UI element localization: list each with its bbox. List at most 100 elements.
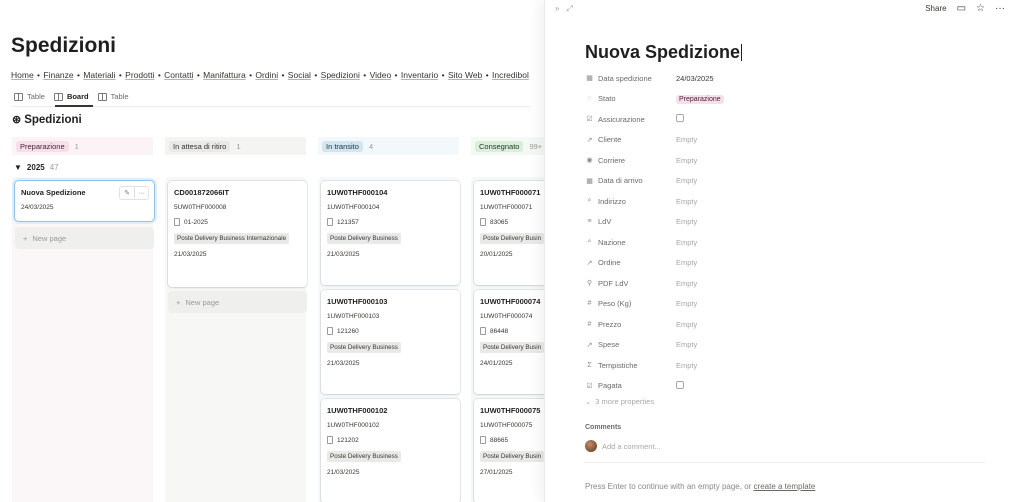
nav-link[interactable]: Ordini [255, 70, 278, 80]
card-order-value: 121202 [337, 436, 359, 444]
comment-placeholder: Add a comment... [602, 441, 661, 451]
nav-link[interactable]: Social [288, 70, 311, 80]
shipment-card[interactable]: 1UW0THF000104 1UW0THF000104 121357 Poste De… [321, 181, 460, 285]
share-button[interactable]: Share [925, 4, 946, 13]
property-value[interactable]: Empty [676, 197, 697, 206]
property-row[interactable]: ▦ Data di arrivo Empty [585, 171, 985, 192]
nav-link[interactable]: Sito Web [448, 70, 482, 80]
comment-icon[interactable]: ▭ [957, 3, 966, 14]
database-title[interactable]: ⊛ Spedizioni [12, 113, 82, 127]
tab-board[interactable]: Board [53, 90, 89, 103]
card-date: 21/03/2025 [327, 469, 360, 476]
property-label: Tempistiche [598, 360, 638, 370]
property-row[interactable]: ◌ Stato Preparazione [585, 89, 985, 110]
property-row[interactable]: ↗ Ordine Empty [585, 253, 985, 274]
star-icon[interactable]: ☆ [976, 3, 985, 14]
card-nuova-spedizione[interactable]: Nuova Spedizione 24/03/2025 ✎ ··· [15, 181, 154, 221]
property-row[interactable]: # Peso (Kg) Empty [585, 294, 985, 315]
property-row[interactable]: ◉ Corriere Empty [585, 150, 985, 171]
carrier-pill: Poste Delivery Busin [480, 233, 545, 244]
more-icon[interactable]: ··· [134, 187, 148, 199]
checkbox[interactable] [676, 114, 684, 123]
carrier-pill: Poste Delivery Business Internazionale [174, 233, 290, 244]
property-row[interactable]: # Prezzo Empty [585, 314, 985, 335]
property-value[interactable]: Empty [676, 238, 697, 247]
year-group-toggle[interactable]: ▼ 2025 47 [14, 163, 59, 172]
property-label: Pagata [598, 381, 622, 391]
property-row[interactable]: ☑ Pagata [585, 376, 985, 397]
shipment-card[interactable]: 1UW0THF000075 1UW0THF000075 88665 Poste Del… [474, 399, 545, 502]
property-value[interactable]: 24/03/2025 [676, 74, 714, 83]
group-header-consegnato[interactable]: Consegnato 99+ [471, 137, 545, 155]
card-cd001872066it[interactable]: CD001872066IT 5UW0THF000008 01-2025 Post… [168, 181, 307, 287]
document-icon [327, 218, 333, 226]
property-value[interactable]: Empty [676, 299, 697, 308]
more-properties-label: 3 more properties [595, 397, 655, 406]
shipment-card[interactable]: 1UW0THF000103 1UW0THF000103 121260 Poste De… [321, 290, 460, 394]
expand-icon[interactable]: ⤢ [566, 4, 572, 14]
nav-link[interactable]: Contatti [164, 70, 193, 80]
nav-link[interactable]: Spedizioni [321, 70, 360, 80]
status-badge[interactable]: Preparazione [676, 95, 724, 105]
property-value[interactable]: Empty [676, 135, 697, 144]
property-value[interactable]: Empty [676, 156, 697, 165]
property-row[interactable]: ⚲ PDF LdV Empty [585, 273, 985, 294]
card-title: 1UW0THF000102 [327, 406, 388, 415]
nav-link[interactable]: Home [11, 70, 34, 80]
card-date: 27/01/2025 [480, 469, 513, 476]
calendar-icon: ▦ [586, 75, 593, 83]
property-row[interactable]: ⌕ Nazione Empty [585, 232, 985, 253]
property-value[interactable]: Empty [676, 340, 697, 349]
property-value[interactable]: Empty [676, 320, 697, 329]
card-code: 5UW0THF000008 [174, 204, 227, 211]
property-row[interactable]: ▦ Data spedizione 24/03/2025 [585, 68, 985, 89]
group-header-preparazione[interactable]: Preparazione 1 [12, 137, 153, 155]
new-page-button[interactable]: + New page [15, 227, 154, 249]
tab-table-1[interactable]: Table [14, 90, 45, 103]
shipment-card[interactable]: 1UW0THF000074 1UW0THF000074 86448 Poste Del… [474, 290, 545, 394]
status-icon: ◌ [587, 95, 592, 103]
nav-link[interactable]: Prodotti [125, 70, 154, 80]
new-page-button[interactable]: + New page [168, 291, 307, 313]
property-row[interactable]: ≡ LdV Empty [585, 212, 985, 233]
page-title-input[interactable]: Nuova Spedizione [585, 42, 743, 63]
shipment-card[interactable]: 1UW0THF000071 1UW0THF000071 83065 Poste Del… [474, 181, 545, 285]
shipment-card[interactable]: 1UW0THF000102 1UW0THF000102 121202 Poste De… [321, 399, 460, 502]
search-prop-icon: ⌕ [587, 197, 592, 205]
property-label: Ordine [598, 258, 621, 268]
close-peek-icon[interactable]: » [555, 4, 559, 14]
nav-link[interactable]: Manifattura [203, 70, 246, 80]
property-row[interactable]: ↗ Spese Empty [585, 335, 985, 356]
card-order-value: 121357 [337, 218, 359, 226]
property-value[interactable]: Empty [676, 217, 697, 226]
nav-link[interactable]: Inventario [401, 70, 438, 80]
property-value[interactable]: Empty [676, 279, 697, 288]
card-date: 24/03/2025 [21, 204, 54, 211]
group-headers: Preparazione 1 In attesa di ritiro 1 In … [12, 137, 545, 155]
property-row[interactable]: ↗ Cliente Empty [585, 130, 985, 151]
group-header-in-transito[interactable]: In transito 4 [318, 137, 459, 155]
group-header-in-attesa[interactable]: In attesa di ritiro 1 [165, 137, 306, 155]
comment-input[interactable]: Add a comment... [585, 440, 661, 452]
edit-icon[interactable]: ✎ [120, 187, 134, 199]
property-row[interactable]: Σ Tempistiche Empty [585, 355, 985, 376]
nav-link[interactable]: Video [370, 70, 392, 80]
create-template-link[interactable]: create a template [754, 482, 816, 491]
property-name: Σ Tempistiche [585, 361, 676, 370]
property-value[interactable]: Empty [676, 258, 697, 267]
tab-table-2[interactable]: Table [97, 90, 129, 103]
table-icon [97, 92, 107, 101]
more-properties-toggle[interactable]: ⌄ 3 more properties [585, 397, 654, 406]
checkbox[interactable] [676, 380, 684, 389]
nav-link[interactable]: Materiali [83, 70, 115, 80]
tab-label: Table [110, 92, 129, 101]
tab-label: Table [27, 92, 45, 101]
more-icon[interactable]: ··· [995, 3, 1005, 14]
property-value[interactable]: Empty [676, 176, 697, 185]
nav-link[interactable]: Incredibol [492, 70, 529, 80]
property-value[interactable]: Empty [676, 361, 697, 370]
nav-link[interactable]: Finanze [43, 70, 73, 80]
property-row[interactable]: ☑ Assicurazione [585, 109, 985, 130]
card-code: 1UW0THF000102 [327, 422, 380, 429]
property-row[interactable]: ⌕ Indirizzo Empty [585, 191, 985, 212]
